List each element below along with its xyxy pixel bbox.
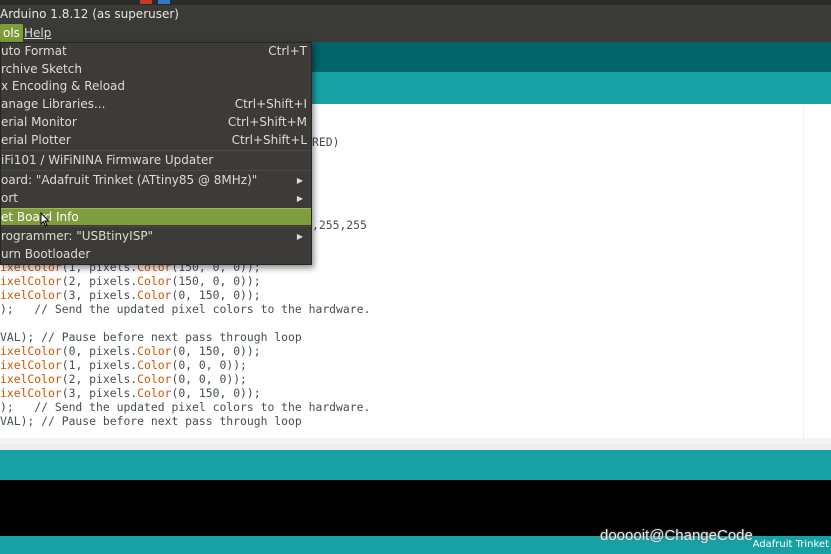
code-line: ixelColor(3, pixels.Color(0, 150, 0)); bbox=[0, 288, 261, 302]
menu-item-shortcut: Ctrl+Shift+M bbox=[227, 115, 307, 129]
menu-item-label: uto Format bbox=[1, 44, 67, 58]
menu-bar: ols Help bbox=[0, 24, 831, 42]
code-line: RED) bbox=[312, 135, 340, 149]
menu-item-label: urn Bootloader bbox=[1, 247, 91, 261]
menu-item-port[interactable]: ort ▶ bbox=[1, 190, 311, 207]
tab-menu-button[interactable] bbox=[803, 72, 831, 104]
code-line: VAL); // Pause before next pass through … bbox=[0, 414, 302, 428]
menu-item-shortcut: Ctrl+Shift+L bbox=[231, 133, 307, 147]
menu-item-programmer[interactable]: rogrammer: "USBtinyISP" ▶ bbox=[1, 228, 311, 245]
menu-item-board[interactable]: oard: "Adafruit Trinket (ATtiny85 @ 8MHz… bbox=[1, 172, 311, 189]
code-line: ixelColor(1, pixels.Color(0, 0, 0)); bbox=[0, 358, 247, 372]
triangle-right-icon: ▶ bbox=[296, 194, 303, 203]
menu-tools[interactable]: ols bbox=[0, 24, 23, 42]
menu-item-label: erial Monitor bbox=[1, 115, 77, 129]
taskbar-icon bbox=[158, 0, 170, 4]
board-name: Adafruit Trinket bbox=[752, 539, 829, 550]
code-line: ); // Send the updated pixel colors to t… bbox=[0, 302, 371, 316]
menu-item-shortcut: Ctrl+Shift+I bbox=[234, 97, 307, 111]
menu-item-serial-plotter[interactable]: erial Plotter Ctrl+Shift+L bbox=[1, 132, 311, 149]
code-line: ,255,255 bbox=[312, 218, 367, 232]
menu-item-burn-bootloader[interactable]: urn Bootloader bbox=[1, 246, 311, 263]
menu-item-archive-sketch[interactable]: rchive Sketch bbox=[1, 61, 311, 78]
menu-item-serial-monitor[interactable]: erial Monitor Ctrl+Shift+M bbox=[1, 114, 311, 131]
vertical-scrollbar[interactable] bbox=[803, 104, 831, 444]
menu-item-fix-encoding[interactable]: x Encoding & Reload bbox=[1, 78, 311, 95]
menu-item-wifi-firmware-updater[interactable]: iFi101 / WiFiNINA Firmware Updater bbox=[1, 152, 311, 169]
menu-separator bbox=[1, 170, 311, 171]
menu-help[interactable]: Help bbox=[21, 24, 54, 42]
menu-item-label: rchive Sketch bbox=[1, 62, 82, 76]
triangle-right-icon: ▶ bbox=[296, 232, 303, 241]
menu-item-label: oard: "Adafruit Trinket (ATtiny85 @ 8MHz… bbox=[1, 173, 258, 187]
message-bar bbox=[0, 450, 831, 480]
code-line: ); // Send the updated pixel colors to t… bbox=[0, 400, 371, 414]
code-line: ixelColor(3, pixels.Color(0, 150, 0)); bbox=[0, 386, 261, 400]
tools-menu: uto Format Ctrl+T rchive Sketch x Encodi… bbox=[0, 42, 312, 265]
window-title: Arduino 1.8.12 (as superuser) bbox=[0, 5, 831, 24]
menu-item-label: anage Libraries... bbox=[1, 97, 106, 111]
code-line: ixelColor(2, pixels.Color(150, 0, 0)); bbox=[0, 274, 261, 288]
menu-item-label: rogrammer: "USBtinyISP" bbox=[1, 229, 154, 243]
menu-item-label: ort bbox=[1, 191, 18, 205]
menu-item-auto-format[interactable]: uto Format Ctrl+T bbox=[1, 43, 311, 60]
code-line: VAL); // Pause before next pass through … bbox=[0, 330, 302, 344]
menu-item-manage-libraries[interactable]: anage Libraries... Ctrl+Shift+I bbox=[1, 96, 311, 113]
menu-item-label: erial Plotter bbox=[1, 133, 71, 147]
code-line: ixelColor(2, pixels.Color(0, 0, 0)); bbox=[0, 372, 247, 386]
taskbar-icon bbox=[140, 0, 152, 4]
menu-item-label: iFi101 / WiFiNINA Firmware Updater bbox=[1, 153, 214, 167]
mouse-pointer-icon bbox=[40, 212, 50, 227]
watermark: dooooit@ChangeCode bbox=[600, 527, 753, 544]
code-line: ixelColor(0, pixels.Color(0, 150, 0)); bbox=[0, 344, 261, 358]
menu-separator bbox=[1, 150, 311, 151]
menu-item-label: x Encoding & Reload bbox=[1, 79, 126, 93]
menu-item-shortcut: Ctrl+T bbox=[268, 44, 307, 58]
triangle-right-icon: ▶ bbox=[296, 176, 303, 185]
